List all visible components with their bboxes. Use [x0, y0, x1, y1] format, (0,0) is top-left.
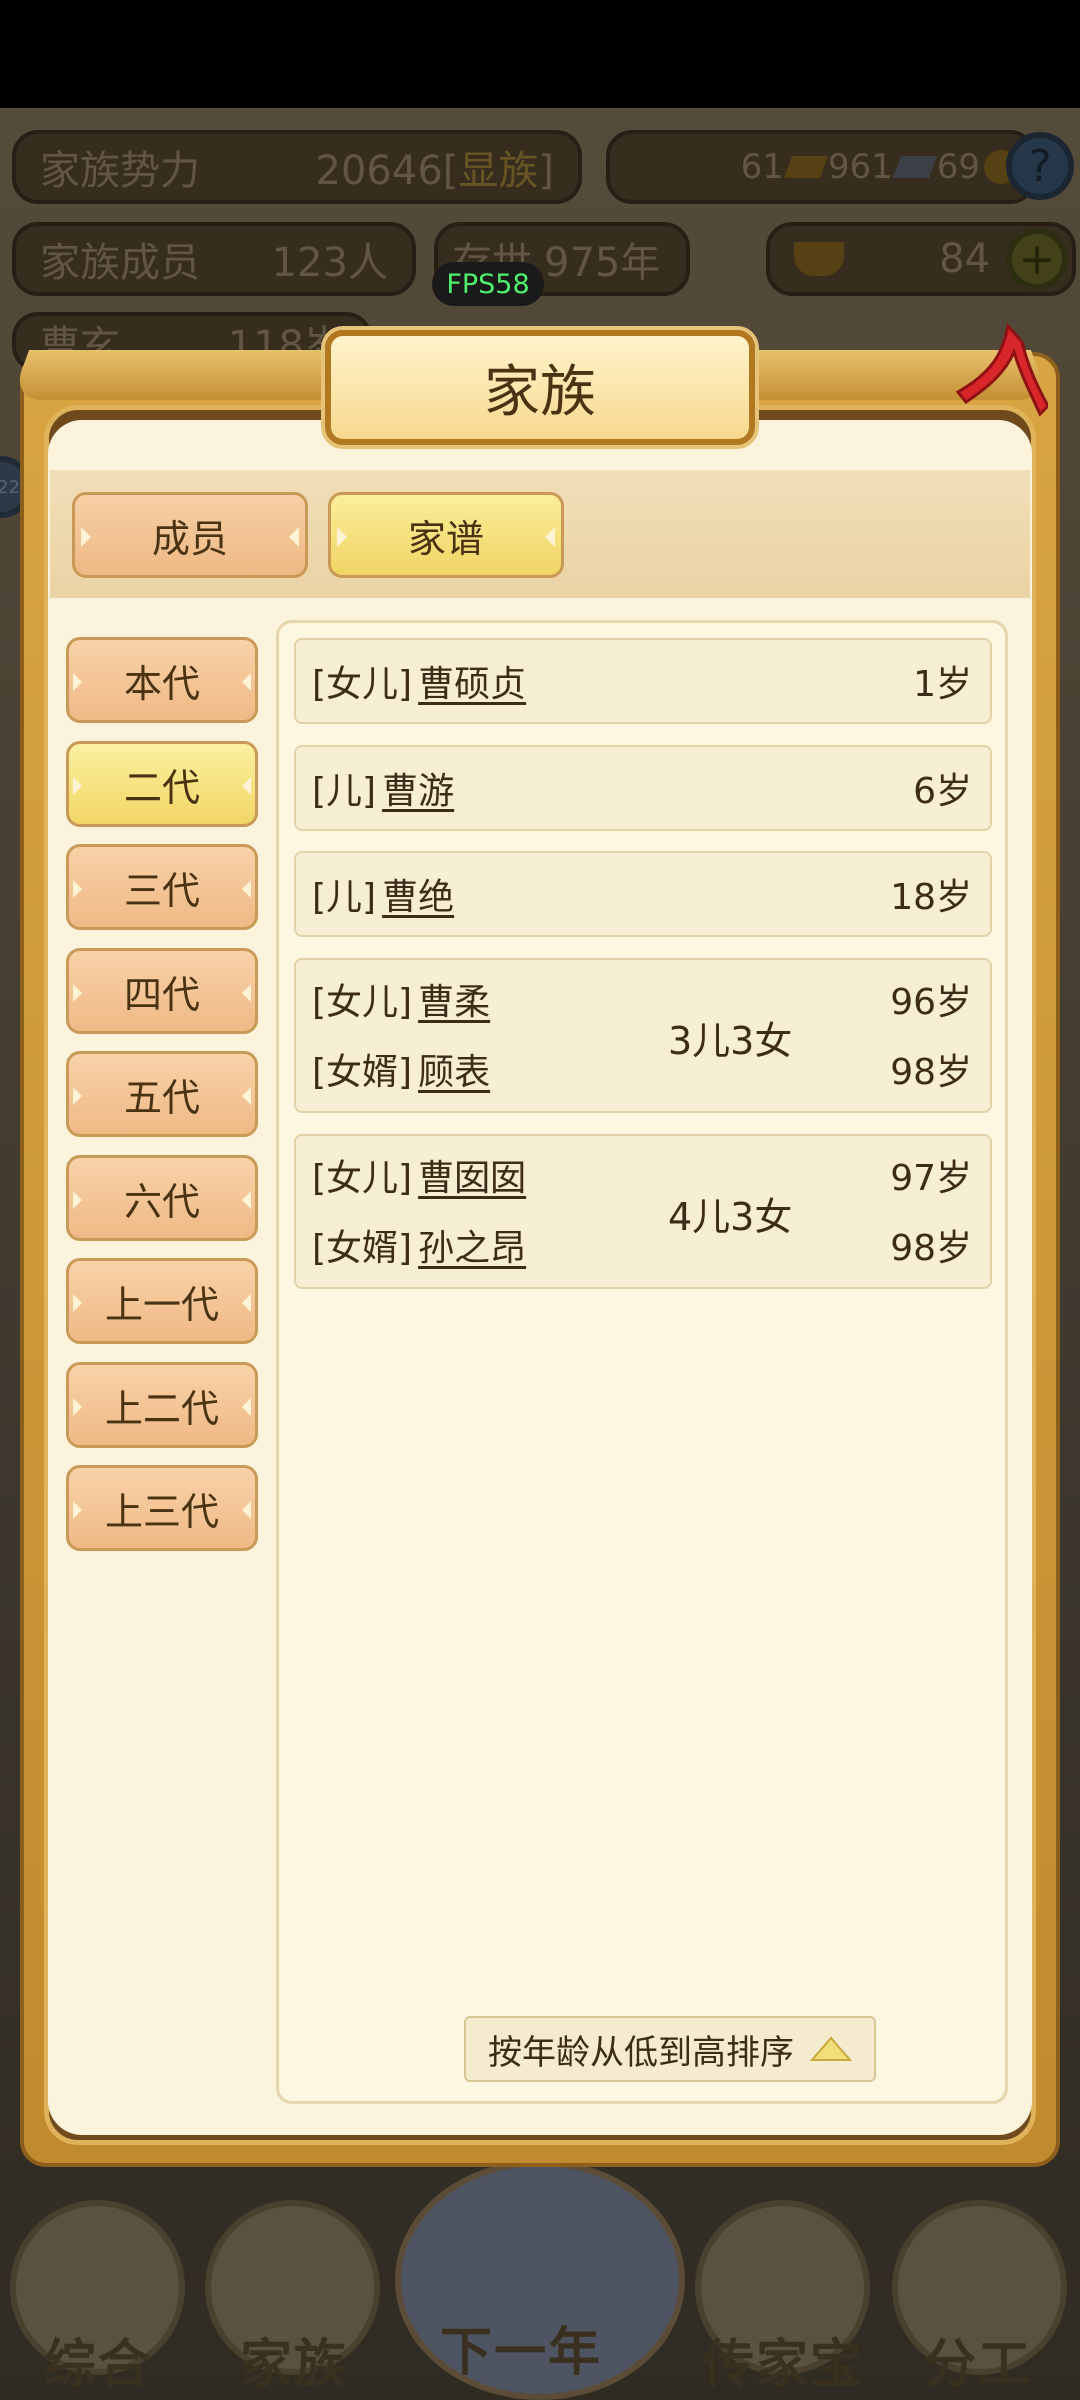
- dialog-title: 家族: [325, 330, 755, 445]
- spouse-age: 98岁: [890, 1228, 972, 1269]
- spouse-name-link[interactable]: 孙之昂: [418, 1219, 526, 1271]
- list-item[interactable]: [女儿] 曹硕贞 1岁: [294, 638, 992, 724]
- list-item[interactable]: [女儿] 曹柔 96岁 3儿3女 [女婿] 顾表 98岁: [294, 958, 992, 1113]
- gen-sixth-button[interactable]: 六代: [66, 1155, 258, 1241]
- member-age: 6岁: [913, 771, 972, 812]
- fps-counter: FPS58: [432, 262, 544, 306]
- nav-division-label[interactable]: 分工: [924, 2322, 1032, 2397]
- member-name-link[interactable]: 曹硕贞: [418, 655, 526, 707]
- sort-by-age-button[interactable]: 按年龄从低到高排序: [464, 2016, 876, 2082]
- spouse-age: 98岁: [890, 1052, 972, 1093]
- tab-family-tree[interactable]: 家谱: [328, 492, 564, 578]
- nav-heirloom-label[interactable]: 传家宝: [702, 2322, 864, 2397]
- close-icon: [955, 322, 1048, 417]
- gen-fourth-button[interactable]: 四代: [66, 948, 258, 1034]
- list-item[interactable]: [女儿] 曹囡囡 97岁 4儿3女 [女婿] 孙之昂 98岁: [294, 1134, 992, 1289]
- member-name-link[interactable]: 曹囡囡: [418, 1149, 526, 1201]
- member-name-link[interactable]: 曹柔: [418, 973, 490, 1025]
- gen-prev2-button[interactable]: 上二代: [66, 1362, 258, 1448]
- gen-prev3-button[interactable]: 上三代: [66, 1465, 258, 1551]
- list-item[interactable]: [儿] 曹绝 18岁: [294, 851, 992, 937]
- gen-second-button[interactable]: 二代: [66, 741, 258, 827]
- member-age: 18岁: [890, 877, 972, 918]
- gen-third-button[interactable]: 三代: [66, 844, 258, 930]
- relation-label: [儿]: [312, 771, 377, 812]
- nav-family-label[interactable]: 家族: [240, 2322, 348, 2397]
- relation-label: [儿]: [312, 877, 377, 918]
- relation-label: [女儿]: [312, 982, 413, 1023]
- relation-label: [女儿]: [312, 664, 413, 705]
- family-tree-list: [276, 620, 1008, 2104]
- sort-ascending-icon: [810, 2036, 852, 2061]
- children-count: 4儿3女: [668, 1194, 793, 1239]
- gen-prev1-button[interactable]: 上一代: [66, 1258, 258, 1344]
- sort-label: 按年龄从低到高排序: [488, 2032, 794, 2073]
- member-age: 96岁: [890, 982, 972, 1023]
- member-age: 1岁: [913, 664, 972, 705]
- gen-current-button[interactable]: 本代: [66, 637, 258, 723]
- nav-overview-label[interactable]: 综合: [44, 2322, 152, 2397]
- spouse-relation-label: [女婿]: [312, 1052, 413, 1093]
- member-name-link[interactable]: 曹游: [382, 762, 454, 814]
- spouse-name-link[interactable]: 顾表: [418, 1043, 490, 1095]
- relation-label: [女儿]: [312, 1158, 413, 1199]
- children-count: 3儿3女: [668, 1018, 793, 1063]
- title-wing-left: [10, 350, 350, 400]
- spouse-relation-label: [女婿]: [312, 1228, 413, 1269]
- close-button[interactable]: [948, 322, 1048, 432]
- bottom-nav: 综合 家族 下一年 传家宝 分工: [0, 2160, 1080, 2400]
- member-name-link[interactable]: 曹绝: [382, 868, 454, 920]
- list-item[interactable]: [儿] 曹游 6岁: [294, 745, 992, 831]
- nav-next-year-label[interactable]: 下一年: [440, 2310, 602, 2385]
- gen-fifth-button[interactable]: 五代: [66, 1051, 258, 1137]
- tab-members[interactable]: 成员: [72, 492, 308, 578]
- member-age: 97岁: [890, 1158, 972, 1199]
